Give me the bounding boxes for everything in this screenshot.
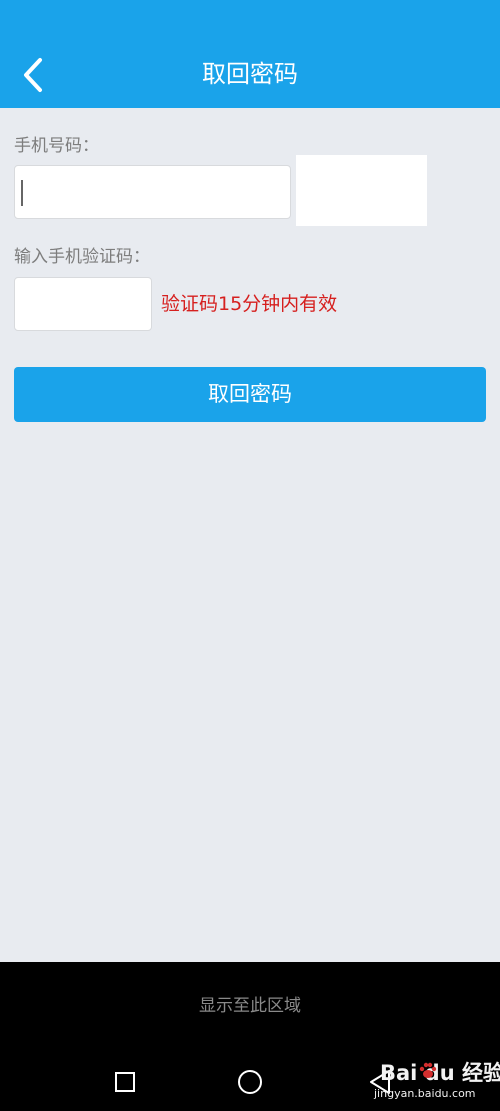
retrieve-password-button[interactable]: 取回密码	[14, 367, 486, 422]
sms-code-label: 输入手机验证码：	[14, 247, 150, 267]
home-button[interactable]	[237, 1069, 263, 1095]
form-content	[0, 108, 500, 962]
text-cursor	[21, 180, 23, 206]
bottom-panel: 显示至此区域 Bai du 经验 jingyan.baidu.com	[0, 962, 500, 1111]
home-icon	[238, 1070, 262, 1094]
bottom-panel-text: 显示至此区域	[199, 996, 301, 1016]
watermark: Bai du 经验 jingyan.baidu.com	[366, 1055, 500, 1105]
recent-apps-icon	[115, 1072, 135, 1092]
page-title: 取回密码	[202, 60, 298, 88]
code-validity-note: 验证码15分钟内有效	[161, 293, 338, 315]
watermark-brand: Bai du 经验	[380, 1061, 500, 1085]
captcha-image[interactable]	[296, 155, 427, 226]
recent-apps-button[interactable]	[114, 1071, 136, 1093]
app-header: 取回密码	[0, 0, 500, 108]
watermark-url: jingyan.baidu.com	[374, 1087, 476, 1100]
phone-input[interactable]	[14, 165, 291, 219]
paw-icon	[419, 1062, 437, 1078]
phone-label: 手机号码：	[14, 136, 99, 156]
sms-code-input[interactable]	[14, 277, 152, 331]
